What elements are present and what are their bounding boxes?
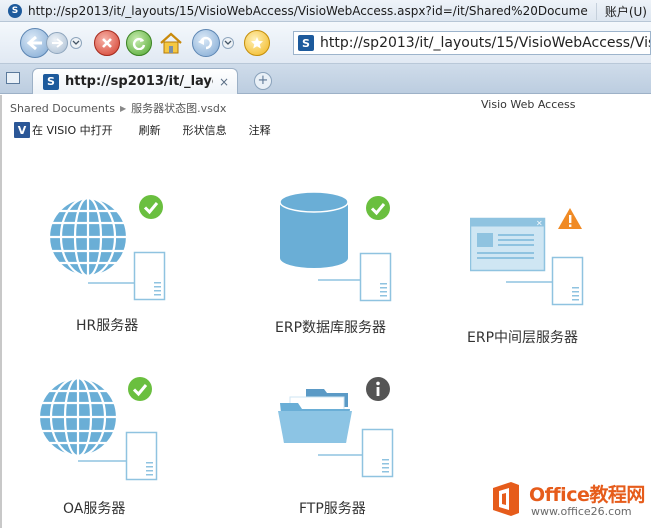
node-label: OA服务器 [63,501,126,517]
comments-button[interactable]: 注释 [249,122,271,138]
breadcrumb-file-name: 服务器状态图.vsdx [131,102,227,115]
check-icon [128,377,152,401]
address-input[interactable]: http://sp2013/it/_layouts/15/VisioWebAcc… [320,35,650,51]
sharepoint-icon: S [298,35,314,51]
refresh-diagram-button[interactable]: 刷新 [139,122,161,138]
watermark-name: Office教程网 [529,484,645,506]
info-icon [366,377,390,401]
breadcrumb: Shared Documents ▶ 服务器状态图.vsdx [10,100,226,116]
home-button[interactable] [158,30,184,56]
chevron-down-icon [224,40,232,45]
breadcrumb-library-link[interactable]: Shared Documents [10,102,115,115]
forward-button[interactable] [46,31,68,54]
visio-icon: V [14,122,30,138]
window-title: http://sp2013/it/_layouts/15/VisioWebAcc… [28,3,588,18]
favorites-button[interactable] [244,29,270,56]
new-tab-button[interactable]: + [254,72,272,90]
node-label: HR服务器 [76,318,139,334]
star-icon [251,36,263,48]
watermark-url: www.office26.com [531,505,632,518]
node-label: ERP数据库服务器 [275,320,387,336]
account-menu[interactable]: 账户(U) [595,3,647,20]
undo-icon [198,36,213,49]
window-title-bar: S http://sp2013/it/_layouts/15/VisioWebA… [0,0,651,22]
history-dropdown-button[interactable] [70,36,82,49]
arrow-left-icon [27,35,42,50]
node-label: FTP服务器 [299,501,366,517]
app-label: Visio Web Access [481,98,576,111]
stop-button[interactable] [94,29,120,56]
refresh-icon [132,37,146,50]
address-bar[interactable]: S http://sp2013/it/_layouts/15/VisioWebA… [293,31,651,55]
browser-logo-icon: S [8,3,22,18]
watermark: Office教程网 www.office26.com [487,478,651,528]
svg-text:×: × [536,219,543,228]
warning-icon [558,208,582,229]
refresh-button[interactable] [126,29,152,56]
close-icon [102,37,112,48]
node-label: ERP中间层服务器 [467,330,579,346]
check-icon [139,195,163,219]
check-icon [366,196,390,220]
close-tab-icon[interactable]: × [219,75,229,89]
tab-visio-web-access[interactable]: S http://sp2013/it/_layo... × [32,68,238,94]
navigation-bar: S http://sp2013/it/_layouts/15/VisioWebA… [0,22,651,64]
chevron-down-icon [72,40,80,45]
home-icon [160,32,182,53]
undo-dropdown-button[interactable] [222,36,234,49]
office-logo-icon [493,482,519,516]
breadcrumb-separator-icon: ▶ [119,103,127,113]
open-in-visio-button[interactable]: 在 VISIO 中打开 [32,122,113,138]
shape-info-button[interactable]: 形状信息 [183,122,227,138]
undo-close-tab-button[interactable] [192,28,220,57]
tab-bar: S http://sp2013/it/_layo... × + [0,64,651,94]
sharepoint-icon: S [43,73,59,90]
tab-title: http://sp2013/it/_layo... [65,74,213,89]
tab-list-icon[interactable] [6,72,20,84]
visio-diagram-canvas[interactable]: HR服务器 ERP数据库服务器 × ERP中间层服务器 OA服务器 FTP服务器 [0,145,651,528]
visio-toolbar: V 在 VISIO 中打开 刷新 形状信息 注释 [14,121,293,139]
arrow-right-icon [52,37,63,48]
